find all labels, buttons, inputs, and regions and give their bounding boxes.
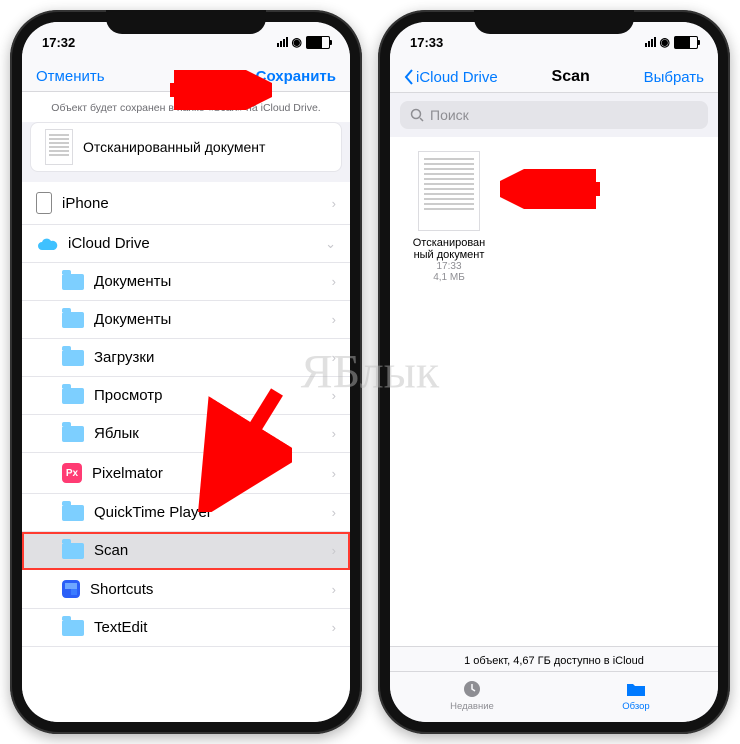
signal-icon bbox=[645, 37, 656, 47]
chevron-icon: › bbox=[332, 466, 336, 481]
location-row-яблык[interactable]: Яблык › bbox=[22, 415, 350, 453]
tab-browse[interactable]: Обзор bbox=[554, 672, 718, 722]
location-row-icloud-drive[interactable]: iCloud Drive ⌄ bbox=[22, 225, 350, 263]
row-label: iPhone bbox=[62, 195, 109, 212]
file-size: 4,1 МБ bbox=[404, 272, 494, 283]
folder-icon bbox=[62, 388, 84, 404]
document-thumb-icon bbox=[45, 129, 73, 165]
row-label: Яблык bbox=[94, 425, 139, 442]
phone-right: 17:33 ◉ iCloud Drive Scan Выбрать Поиск bbox=[378, 10, 730, 734]
location-row-документы[interactable]: Документы › bbox=[22, 263, 350, 301]
chevron-icon: › bbox=[332, 426, 336, 441]
chevron-icon: › bbox=[332, 274, 336, 289]
shortcuts-icon bbox=[62, 580, 80, 598]
iphone-icon bbox=[36, 192, 52, 214]
location-row-iphone[interactable]: iPhone › bbox=[22, 182, 350, 225]
folder-icon bbox=[62, 312, 84, 328]
folder-icon bbox=[62, 620, 84, 636]
chevron-icon: › bbox=[332, 620, 336, 635]
clock-icon bbox=[461, 678, 483, 700]
row-label: Документы bbox=[94, 311, 171, 328]
page-title: Scan bbox=[552, 68, 590, 86]
location-row-просмотр[interactable]: Просмотр › bbox=[22, 377, 350, 415]
row-label: TextEdit bbox=[94, 619, 147, 636]
tab-bar: Недавние Обзор bbox=[390, 671, 718, 722]
notch bbox=[474, 10, 634, 34]
folder-icon bbox=[62, 543, 84, 559]
storage-footer: 1 объект, 4,67 ГБ доступно в iCloud bbox=[390, 646, 718, 671]
status-time: 17:33 bbox=[410, 35, 443, 50]
stage: ЯБлык 17:32 ◉ Отменить Сохранить Объект … bbox=[10, 10, 730, 734]
tab-label: Обзор bbox=[622, 701, 649, 712]
chevron-icon: ⌄ bbox=[325, 236, 336, 252]
search-input[interactable]: Поиск bbox=[400, 101, 708, 129]
save-hint: Объект будет сохранен в папке «Scan» на … bbox=[22, 92, 350, 122]
location-row-quicktime-player[interactable]: QuickTime Player › bbox=[22, 494, 350, 532]
search-placeholder: Поиск bbox=[430, 107, 469, 123]
row-label: Загрузки bbox=[94, 349, 154, 366]
save-button[interactable]: Сохранить bbox=[256, 68, 336, 85]
folder-icon bbox=[62, 505, 84, 521]
folder-icon bbox=[62, 426, 84, 442]
file-name: Отсканирован ный документ bbox=[404, 237, 494, 261]
chevron-icon: › bbox=[332, 543, 336, 558]
row-label: Документы bbox=[94, 273, 171, 290]
status-right: ◉ bbox=[277, 35, 330, 49]
chevron-icon: › bbox=[332, 505, 336, 520]
location-list[interactable]: iPhone › iCloud Drive ⌄ Документы › Документы ›… bbox=[22, 182, 350, 722]
signal-icon bbox=[277, 37, 288, 47]
phone-left: 17:32 ◉ Отменить Сохранить Объект будет … bbox=[10, 10, 362, 734]
document-thumb-icon bbox=[418, 151, 480, 231]
location-row-pixelmator[interactable]: Px Pixelmator › bbox=[22, 453, 350, 494]
battery-icon bbox=[306, 36, 330, 49]
folder-icon bbox=[625, 678, 647, 700]
chevron-icon: › bbox=[332, 350, 336, 365]
pixelmator-icon: Px bbox=[62, 463, 82, 483]
row-label: Shortcuts bbox=[90, 581, 153, 598]
select-button[interactable]: Выбрать bbox=[644, 69, 704, 86]
location-row-scan[interactable]: Scan › bbox=[22, 532, 350, 570]
chevron-icon: › bbox=[332, 312, 336, 327]
search-icon bbox=[410, 108, 424, 122]
row-label: QuickTime Player bbox=[94, 504, 212, 521]
location-row-загрузки[interactable]: Загрузки › bbox=[22, 339, 350, 377]
notch bbox=[106, 10, 266, 34]
back-button[interactable]: iCloud Drive bbox=[404, 69, 498, 86]
tab-label: Недавние bbox=[450, 701, 494, 712]
location-row-shortcuts[interactable]: Shortcuts › bbox=[22, 570, 350, 609]
arrow-annotation bbox=[500, 169, 610, 209]
document-name-row[interactable]: Отсканированный документ bbox=[30, 122, 342, 172]
status-right: ◉ bbox=[645, 35, 698, 49]
chevron-icon: › bbox=[332, 196, 336, 211]
chevron-icon: › bbox=[332, 388, 336, 403]
row-label: Scan bbox=[94, 542, 128, 559]
row-label: iCloud Drive bbox=[68, 235, 150, 252]
file-time: 17:33 bbox=[404, 261, 494, 272]
cancel-button[interactable]: Отменить bbox=[36, 68, 105, 85]
nav-bar: Отменить Сохранить bbox=[22, 62, 350, 92]
location-row-textedit[interactable]: TextEdit › bbox=[22, 609, 350, 647]
battery-icon bbox=[674, 36, 698, 49]
tab-recents[interactable]: Недавние bbox=[390, 672, 554, 722]
folder-icon bbox=[62, 274, 84, 290]
screen-right: 17:33 ◉ iCloud Drive Scan Выбрать Поиск bbox=[390, 22, 718, 722]
file-item[interactable]: Отсканирован ный документ 17:33 4,1 МБ bbox=[404, 151, 494, 283]
back-label: iCloud Drive bbox=[416, 69, 498, 86]
row-label: Просмотр bbox=[94, 387, 163, 404]
document-name: Отсканированный документ bbox=[83, 139, 265, 155]
wifi-icon: ◉ bbox=[660, 35, 670, 49]
icloud-icon bbox=[36, 237, 58, 251]
chevron-icon: › bbox=[332, 582, 336, 597]
location-row-документы[interactable]: Документы › bbox=[22, 301, 350, 339]
chevron-left-icon bbox=[404, 69, 414, 85]
file-grid: Отсканирован ный документ 17:33 4,1 МБ bbox=[390, 137, 718, 646]
row-label: Pixelmator bbox=[92, 465, 163, 482]
folder-icon bbox=[62, 350, 84, 366]
status-time: 17:32 bbox=[42, 35, 75, 50]
wifi-icon: ◉ bbox=[292, 35, 302, 49]
nav-bar: iCloud Drive Scan Выбрать bbox=[390, 62, 718, 93]
screen-left: 17:32 ◉ Отменить Сохранить Объект будет … bbox=[22, 22, 350, 722]
